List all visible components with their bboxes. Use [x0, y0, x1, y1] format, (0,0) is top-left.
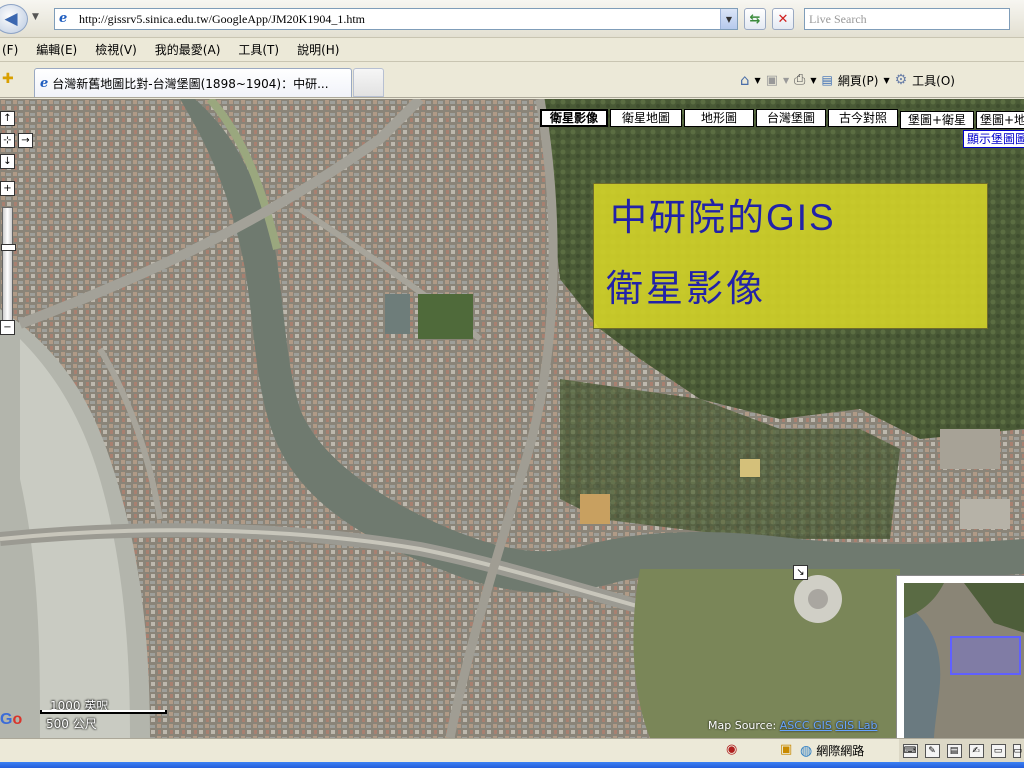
page-menu[interactable]: 網頁(P) [838, 72, 879, 89]
map-scale: 1000 英呎 500 公尺 [40, 695, 170, 733]
home-dropdown-icon[interactable]: ▼ [755, 76, 761, 85]
taskbar [0, 762, 1024, 768]
back-arrow-icon: ◀ [4, 9, 18, 29]
privacy-icon[interactable]: ◉ [726, 742, 737, 757]
pan-down-button[interactable]: ↓ [0, 154, 15, 169]
page-icon: ▤ [821, 73, 833, 87]
menu-help[interactable]: 說明(H) [288, 41, 348, 58]
keyboard-icon[interactable]: ⌨ [902, 744, 918, 758]
overlay-title: 中研院的GIS [610, 194, 987, 242]
overlay-title-prefix: 中研院的 [610, 196, 766, 239]
protected-mode-icon[interactable]: ▣ [780, 742, 792, 757]
feeds-dropdown-icon[interactable]: ▼ [783, 76, 789, 85]
print-dropdown-icon[interactable]: ▼ [810, 76, 816, 85]
map-source: Map Source: ASCC GIS GIS Lab [708, 719, 877, 732]
favorites-star-icon[interactable]: ✚ [2, 71, 14, 87]
globe-icon: ◍ [800, 742, 813, 759]
tools-menu[interactable]: 工具(O) [912, 72, 955, 89]
refresh-button[interactable]: ⇆ [744, 8, 766, 30]
overlay-subtitle: 衛星影像 [606, 267, 766, 310]
maptype-old-new-compare[interactable]: 古今對照 [828, 109, 898, 127]
tab-title: 台灣新舊地圖比對-台灣堡圖(1898~1904)：中研... [52, 76, 329, 91]
tab-active[interactable]: e 台灣新舊地圖比對-台灣堡圖(1898~1904)：中研... [34, 68, 352, 97]
maptype-fortress-terrain[interactable]: 堡圖+地 [976, 111, 1024, 129]
map-source-link-gislab[interactable]: GIS Lab [835, 719, 877, 732]
show-map-sheet-link[interactable]: 顯示堡圖圖 [963, 130, 1024, 148]
google-logo: Go [0, 711, 23, 728]
page-dropdown-icon[interactable]: ▼ [883, 76, 889, 85]
gear-icon: ⚙ [894, 72, 908, 88]
home-icon[interactable]: ⌂ [740, 71, 750, 89]
arrow-up-icon: ↑ [3, 113, 12, 124]
refresh-icon: ⇆ [749, 11, 761, 27]
search-input[interactable]: Live Search [804, 8, 1010, 30]
overview-toggle-button[interactable]: ↘ [793, 565, 808, 580]
scale-metric: 500 公尺 [46, 717, 97, 731]
url-dropdown-icon[interactable]: ▼ [720, 9, 737, 29]
maptype-taiwan-fortress-map[interactable]: 台灣堡圖 [756, 109, 826, 127]
scale-bar [40, 710, 167, 714]
ie-page-icon: e [40, 75, 49, 91]
tray-window-icon[interactable]: ▭ [990, 744, 1006, 758]
address-bar: ◀ ▼ e http://gissrv5.sinica.edu.tw/Googl… [0, 0, 1024, 38]
tray-window-icon-2[interactable]: ▭ [1012, 744, 1022, 758]
map-source-label: Map Source: [708, 719, 777, 732]
center-icon: ⊹ [3, 135, 12, 146]
menu-view[interactable]: 檢視(V) [86, 41, 146, 58]
arrow-down-icon: ↓ [3, 156, 12, 167]
pan-right-button[interactable]: → [18, 133, 33, 148]
print-icon[interactable]: ⎙ [794, 72, 805, 88]
minus-icon: − [3, 322, 12, 333]
stop-icon: ✕ [777, 11, 789, 27]
collapse-arrow-icon: ↘ [796, 567, 805, 578]
map-type-buttons: 衛星影像 衛星地圖 地形圖 台灣堡圖 古今對照 堡圖+衛星 堡圖+地 [540, 109, 1024, 129]
maptype-satellite[interactable]: 衛星影像 [540, 109, 608, 127]
overlay-title-suffix: GIS [766, 197, 836, 238]
map-source-link-ascc[interactable]: ASCC GIS [780, 719, 832, 732]
pan-up-button[interactable]: ↑ [0, 111, 15, 126]
url-input[interactable]: e http://gissrv5.sinica.edu.tw/GoogleApp… [54, 8, 738, 30]
new-tab-button[interactable] [353, 68, 384, 97]
zone-label: 網際網路 [816, 744, 865, 758]
security-zone[interactable]: ◍ 網際網路 [800, 742, 864, 759]
pen-icon[interactable]: ✎ [924, 744, 940, 758]
zoom-in-button[interactable]: + [0, 181, 15, 196]
status-bar: ◉ ▣ ◍ 網際網路 ⌨ ✎ ▤ ✍ ▭ ▭ [0, 738, 1024, 763]
system-tray: ⌨ ✎ ▤ ✍ ▭ ▭ [899, 739, 1024, 763]
ie-page-icon: e [59, 11, 68, 26]
plus-icon: + [3, 183, 12, 194]
pan-center-button[interactable]: ⊹ [0, 133, 15, 148]
history-dropdown-icon[interactable]: ▼ [32, 12, 39, 22]
menu-edit[interactable]: 編輯(E) [27, 41, 86, 58]
maptype-terrain[interactable]: 地形圖 [684, 109, 754, 127]
overview-map-image [904, 583, 1024, 738]
feeds-icon[interactable]: ▣ [766, 73, 778, 88]
menu-favorites[interactable]: 我的最愛(A) [146, 41, 230, 58]
url-text[interactable]: http://gissrv5.sinica.edu.tw/GoogleApp/J… [79, 12, 365, 27]
zoom-slider-thumb[interactable] [1, 244, 16, 251]
menu-bar: (F) 編輯(E) 檢視(V) 我的最愛(A) 工具(T) 說明(H) [0, 38, 1024, 62]
back-button[interactable]: ◀ [0, 4, 28, 34]
command-bar: ⌂ ▼ ▣ ▼ ⎙ ▼ ▤ 網頁(P) ▼ ⚙ 工具(O) [740, 68, 960, 92]
title-overlay: 中研院的GIS 衛星影像 [593, 183, 988, 329]
zoom-slider[interactable] [1, 207, 16, 330]
draw-icon[interactable]: ✍ [968, 744, 984, 758]
arrow-right-icon: → [21, 135, 30, 146]
stop-button[interactable]: ✕ [772, 8, 794, 30]
tab-bar: ✚ e 台灣新舊地圖比對-台灣堡圖(1898~1904)：中研... ⌂ ▼ ▣… [0, 62, 1024, 98]
menu-tools[interactable]: 工具(T) [229, 41, 288, 58]
overview-map[interactable] [896, 575, 1024, 738]
zoom-out-button[interactable]: − [0, 320, 15, 335]
overview-viewport-box[interactable] [950, 636, 1021, 675]
maptype-fortress-satellite[interactable]: 堡圖+衛星 [900, 111, 974, 129]
maptype-satellite-map[interactable]: 衛星地圖 [610, 109, 682, 127]
map-view[interactable]: ↑ ⊹ → ↓ + − 衛星影像 衛星地圖 地形圖 台灣堡圖 古今對照 堡圖+衛… [0, 99, 1024, 738]
input-panel-icon[interactable]: ▤ [946, 744, 962, 758]
menu-file[interactable]: (F) [0, 43, 27, 57]
